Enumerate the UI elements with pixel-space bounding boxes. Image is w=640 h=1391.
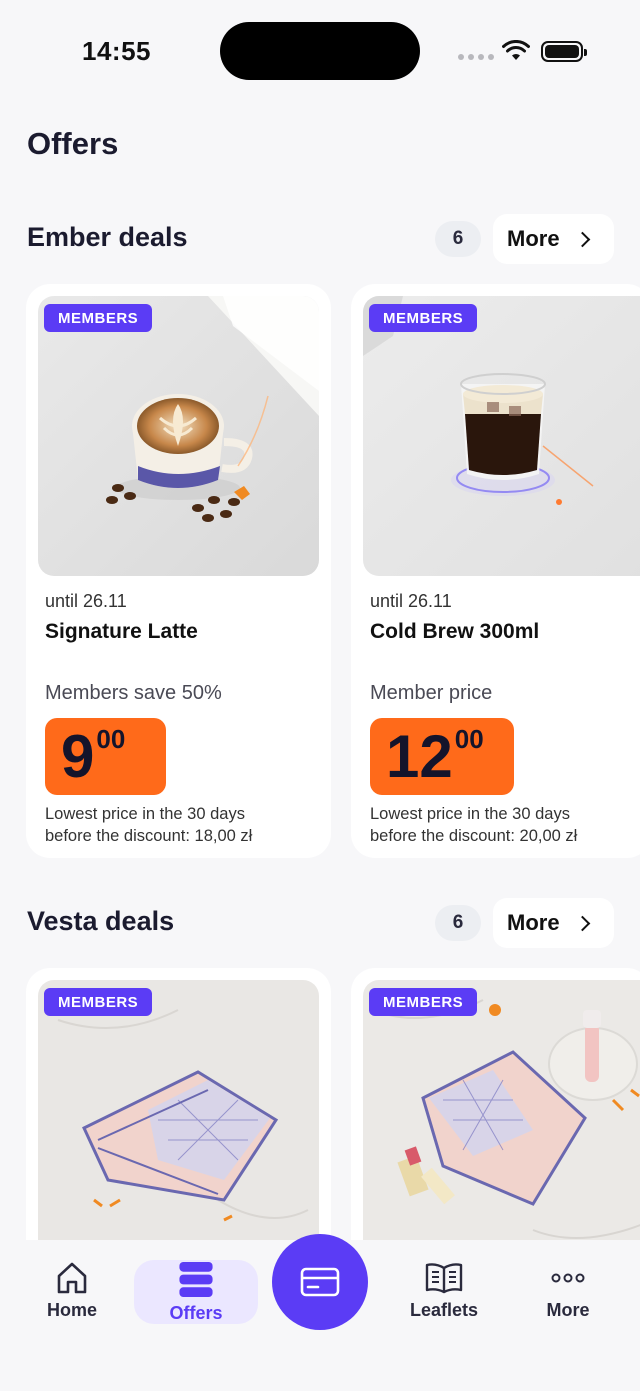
chevron-right-icon <box>574 231 591 247</box>
nav-label: Offers <box>169 1303 223 1323</box>
promo-text: Member price <box>370 682 493 704</box>
nav-more[interactable]: More <box>506 1260 630 1324</box>
offer-card-cold-brew[interactable]: MEMBERS until 26.11 Cold Brew 300ml Memb… <box>351 284 640 858</box>
nav-home[interactable]: Home <box>10 1260 134 1324</box>
members-badge: MEMBERS <box>44 304 153 332</box>
nav-label: Leaflets <box>409 1300 479 1320</box>
more-button-label: More <box>507 226 560 251</box>
offer-card-scarf-set[interactable]: MEMBERS <box>351 968 640 1268</box>
offer-card-scarf[interactable]: MEMBERS <box>26 968 331 1268</box>
price-cents: 00 <box>454 724 484 754</box>
loyalty-card-button[interactable] <box>272 1234 368 1330</box>
members-badge: MEMBERS <box>369 988 478 1016</box>
product-name: Signature Latte <box>45 620 198 643</box>
vesta-more-button[interactable]: More <box>493 898 614 948</box>
offer-card-signature-latte[interactable]: MEMBERS until 26.11 Signature Latte Memb… <box>26 284 331 858</box>
members-badge: MEMBERS <box>369 304 478 332</box>
nav-label: More <box>546 1300 590 1320</box>
price-tag: 9 00 <box>45 718 166 795</box>
page-title: Offers <box>27 126 119 161</box>
deal-count-badge: 6 <box>435 221 481 257</box>
more-button-label: More <box>507 910 560 935</box>
members-badge: MEMBERS <box>44 988 153 1016</box>
section-title-vesta: Vesta deals <box>27 906 175 936</box>
ember-more-button[interactable]: More <box>493 214 614 264</box>
offer-valid-until: until 26.11 <box>45 591 127 611</box>
clock: 14:55 <box>82 36 151 66</box>
price-main: 12 <box>386 723 453 790</box>
card-icon <box>300 1267 340 1297</box>
stack-icon <box>179 1261 213 1298</box>
price-cents: 00 <box>96 724 126 754</box>
price-main: 9 <box>61 723 95 790</box>
section-title-ember: Ember deals <box>27 222 188 252</box>
house-icon <box>57 1262 87 1294</box>
dots-icon <box>551 1273 585 1283</box>
wifi-icon <box>502 40 530 60</box>
dynamic-island <box>220 22 420 80</box>
chevron-right-icon <box>574 915 591 931</box>
status-bar: 14:55 <box>0 0 640 100</box>
nav-leaflets[interactable]: Leaflets <box>382 1260 506 1324</box>
nav-offers[interactable]: Offers <box>134 1260 258 1324</box>
promo-text: Members save 50% <box>45 682 222 704</box>
deal-count-badge: 6 <box>435 905 481 941</box>
cellular-signal-icon <box>458 54 494 60</box>
price-tag: 12 00 <box>370 718 514 795</box>
lowest-price-note: Lowest price in the 30 days before the d… <box>45 805 253 845</box>
nav-label: Home <box>46 1300 97 1320</box>
latte-product-image <box>38 296 319 576</box>
open-book-icon <box>425 1263 463 1294</box>
scarf-set-product-image <box>363 980 640 1268</box>
bottom-navigation: Home Offers Leaflets More <box>0 1234 640 1391</box>
product-name: Cold Brew 300ml <box>370 620 540 643</box>
lowest-price-note: Lowest price in the 30 days before the d… <box>370 805 578 845</box>
cold-brew-product-image <box>363 296 640 576</box>
offer-valid-until: until 26.11 <box>370 591 452 611</box>
scarf-product-image <box>38 980 319 1268</box>
battery-icon <box>541 41 587 62</box>
